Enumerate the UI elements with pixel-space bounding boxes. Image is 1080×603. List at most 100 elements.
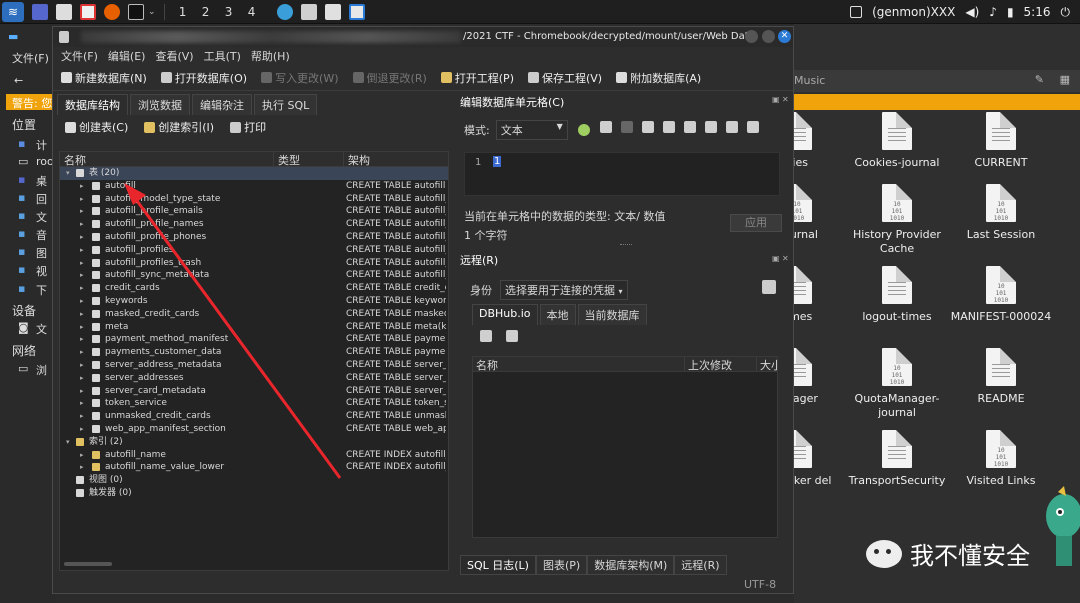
tree-table-item[interactable]: ▸ credit_cards CREATE TABLE credit_ca <box>60 282 448 295</box>
back-arrow-icon[interactable]: ← <box>14 74 23 87</box>
battery-icon[interactable]: ▮ <box>1007 5 1014 19</box>
tree-table-item[interactable]: ▸ autofill_model_type_state CREATE TABLE a… <box>60 193 448 206</box>
device-filesystem[interactable]: 文 <box>36 321 47 337</box>
tree-table-item[interactable]: ▸ keywords CREATE TABLE keyword <box>60 295 448 308</box>
tree-index-item[interactable]: ▸ autofill_name_value_lower CREATE INDEX a… <box>60 461 448 474</box>
chevron-down-icon[interactable]: ▾ <box>66 436 70 449</box>
app-menu-icon[interactable]: ≋ <box>2 1 24 22</box>
tree-group-triggers[interactable]: 触发器 (0) <box>60 487 448 500</box>
task-db-icon[interactable] <box>300 3 317 20</box>
place-desktop[interactable]: 桌 <box>36 173 47 189</box>
tab-sql-log[interactable]: SQL 日志(L) <box>460 555 536 575</box>
tree-table-item[interactable]: ▸ autofill_profile_names CREATE TABLE auto… <box>60 218 448 231</box>
tree-table-item[interactable]: ▸ server_card_metadata CREATE TABLE server… <box>60 385 448 398</box>
file-item[interactable]: 1 10 101 1010 MANIFEST-000024 <box>946 266 1056 324</box>
chevron-right-icon[interactable]: ▸ <box>80 257 84 270</box>
print-button[interactable]: 打印 <box>230 119 266 135</box>
keyboard-icon[interactable] <box>726 121 738 133</box>
file-item[interactable]: 1 10 101 1010 QuotaManager-journal <box>842 348 952 420</box>
tree-group-tables[interactable]: ▾ 表 (20) <box>60 167 448 180</box>
workspace-2[interactable]: 2 <box>195 5 217 19</box>
chevron-right-icon[interactable]: ▸ <box>80 359 84 372</box>
file-manager-icon[interactable] <box>56 3 72 20</box>
tree-table-item[interactable]: ▸ autofill_profile_emails CREATE TABLE aut… <box>60 205 448 218</box>
auto-switch-icon[interactable] <box>577 124 590 136</box>
tab-db-schema[interactable]: 数据库架构(M) <box>587 555 675 575</box>
word-wrap-icon[interactable] <box>600 121 612 133</box>
file-item[interactable]: 1 10 101 1010 Last Session <box>946 184 1056 242</box>
tree-table-item[interactable]: ▸ autofill_profiles CREATE TABLE autofill_… <box>60 244 448 257</box>
menu-help[interactable]: 帮助(H) <box>251 48 290 64</box>
task-window-icon[interactable] <box>324 3 341 20</box>
print-cell-icon[interactable] <box>747 121 759 133</box>
chevron-right-icon[interactable]: ▸ <box>80 461 84 474</box>
write-changes-button[interactable]: 写入更改(W) <box>261 70 339 86</box>
menu-view[interactable]: 查看(V) <box>155 48 193 64</box>
chevron-right-icon[interactable]: ▸ <box>80 205 84 218</box>
schema-tree[interactable]: 名称 类型 架构 ▾ 表 (20) ▸ autofill CREATE TABLE au… <box>59 151 449 571</box>
power-icon[interactable]: ⏻ <box>1061 5 1071 20</box>
col-type[interactable]: 类型 <box>274 152 344 167</box>
terminal-icon[interactable] <box>128 3 144 20</box>
close-pane-icon[interactable]: ✕ <box>782 95 789 104</box>
text-format-icon[interactable] <box>621 121 633 133</box>
file-item[interactable]: README <box>946 348 1056 406</box>
file-item[interactable]: 1 10 101 1010 History Provider Cache <box>842 184 952 256</box>
chevron-right-icon[interactable]: ▸ <box>80 218 84 231</box>
tab-local[interactable]: 本地 <box>539 304 576 325</box>
tab-remote[interactable]: 远程(R) <box>674 555 727 575</box>
task-browser-icon[interactable] <box>276 3 293 20</box>
display-icon[interactable] <box>850 6 863 18</box>
chevron-right-icon[interactable]: ▸ <box>80 346 84 359</box>
tab-edit-pragmas[interactable]: 编辑杂注 <box>192 94 252 115</box>
firefox-icon[interactable] <box>104 3 120 20</box>
remote-col-modified[interactable]: 上次修改 <box>685 357 757 372</box>
revert-changes-button[interactable]: 倒退更改(R) <box>352 70 427 86</box>
place-computer[interactable]: 计 <box>36 137 47 153</box>
place-documents[interactable]: 文 <box>36 209 47 225</box>
workspace-1[interactable]: 1 <box>172 5 194 19</box>
tree-table-item[interactable]: ▸ autofill CREATE TABLE autofill (n <box>60 180 448 193</box>
chevron-right-icon[interactable]: ▸ <box>80 231 84 244</box>
tab-plot[interactable]: 图表(P) <box>535 555 588 575</box>
open-project-button[interactable]: 打开工程(P) <box>440 70 514 86</box>
tree-table-item[interactable]: ▸ meta CREATE TABLE meta(key <box>60 321 448 334</box>
grid-icon[interactable]: ▦ <box>1060 73 1070 86</box>
edit-icon[interactable]: ✎ <box>1035 73 1044 86</box>
desktop-icon[interactable] <box>32 3 48 20</box>
tree-index-item[interactable]: ▸ autofill_name CREATE INDEX autofill_r <box>60 449 448 462</box>
clone-db-icon[interactable] <box>506 330 518 342</box>
menu-edit[interactable]: 编辑(E) <box>108 48 146 64</box>
chevron-right-icon[interactable]: ▸ <box>80 449 84 462</box>
identity-settings-icon[interactable] <box>762 280 776 294</box>
file-item[interactable]: CURRENT <box>946 112 1056 170</box>
tree-table-item[interactable]: ▸ server_address_metadata CREATE TABLE ser… <box>60 359 448 372</box>
chevron-right-icon[interactable]: ▸ <box>80 385 84 398</box>
tree-table-item[interactable]: ▸ masked_credit_cards CREATE TABLE masked_ <box>60 308 448 321</box>
task-sqlite-icon[interactable] <box>348 3 365 20</box>
place-videos[interactable]: 视 <box>36 263 47 279</box>
text-editor-icon[interactable] <box>80 3 96 20</box>
folder-icon[interactable]: ▬ <box>8 30 18 43</box>
volume-icon[interactable]: ◀) <box>965 5 979 19</box>
save-project-button[interactable]: 保存工程(V) <box>527 70 602 86</box>
remote-col-name[interactable]: 名称 <box>473 357 685 372</box>
tab-database-structure[interactable]: 数据库结构 <box>57 94 128 115</box>
import-icon[interactable] <box>642 121 654 133</box>
mode-select[interactable]: 文本 ▼ <box>495 120 568 140</box>
tree-table-item[interactable]: ▸ autofill_profiles_trash CREATE TABLE aut… <box>60 257 448 270</box>
close-remote-icon[interactable]: ✕ <box>782 254 789 263</box>
open-database-button[interactable]: 打开数据库(O) <box>160 70 247 86</box>
chevron-right-icon[interactable]: ▸ <box>80 333 84 346</box>
tree-table-item[interactable]: ▸ web_app_manifest_section CREATE TABLE we… <box>60 423 448 436</box>
cell-value[interactable]: 1 <box>493 156 502 167</box>
float-remote-icon[interactable]: ▣ <box>772 254 780 263</box>
export-icon[interactable] <box>663 121 675 133</box>
file-item[interactable]: Cookies-journal <box>842 112 952 170</box>
refresh-icon[interactable] <box>480 330 492 342</box>
tree-table-item[interactable]: ▸ autofill_profile_phones CREATE TABLE aut… <box>60 231 448 244</box>
chevron-right-icon[interactable]: ▸ <box>80 410 84 423</box>
splitter-handle[interactable] <box>620 244 632 245</box>
menu-file[interactable]: 文件(F) <box>61 48 98 64</box>
tab-browse-data[interactable]: 浏览数据 <box>130 94 190 115</box>
